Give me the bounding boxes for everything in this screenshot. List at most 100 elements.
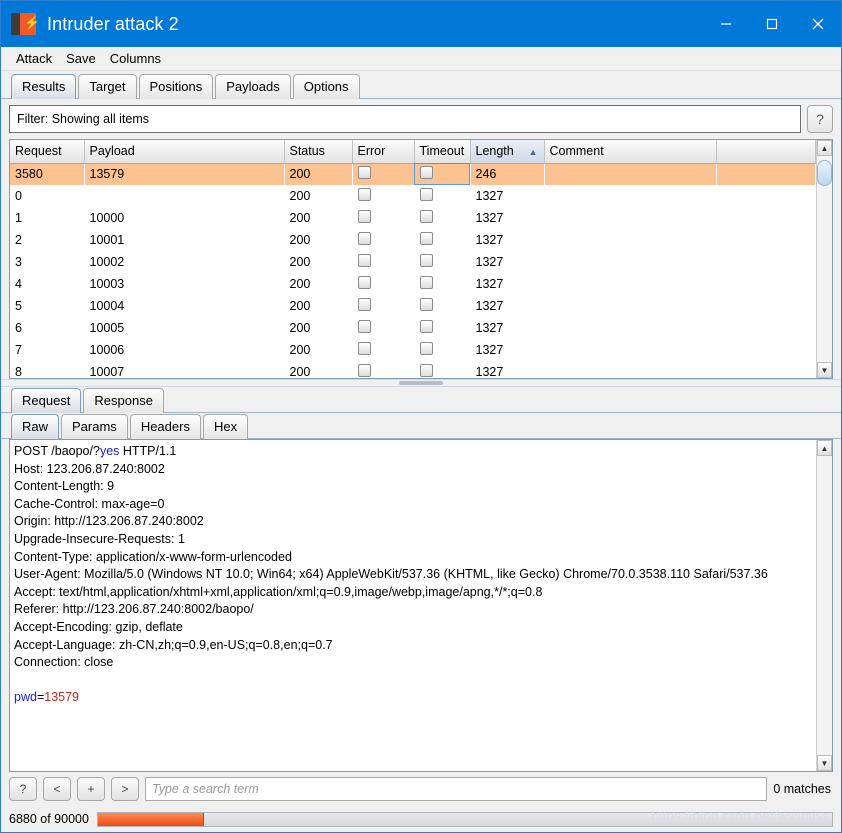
split-pane-divider[interactable] (1, 379, 841, 387)
search-add-button[interactable]: + (77, 777, 105, 801)
status-bar: 6880 of 90000 https://blog.csdn.net/wssm… (1, 806, 841, 832)
cell-timeout[interactable] (414, 251, 470, 273)
cell-timeout[interactable] (414, 185, 470, 207)
cell-filler (716, 185, 816, 207)
error-checkbox[interactable] (357, 298, 371, 311)
table-row[interactable]: 0 200 1327 (10, 185, 816, 207)
cell-error[interactable] (352, 185, 414, 207)
scroll-track[interactable] (817, 156, 832, 362)
search-help-icon[interactable]: ? (9, 777, 37, 801)
error-checkbox[interactable] (357, 188, 371, 201)
column-header-length[interactable]: Length ▲ (470, 140, 545, 164)
cell-timeout[interactable] (414, 361, 470, 378)
cell-timeout[interactable] (414, 273, 470, 295)
column-header-status[interactable]: Status (284, 140, 353, 164)
tab-raw[interactable]: Raw (11, 414, 60, 439)
error-checkbox[interactable] (357, 254, 371, 267)
table-row[interactable]: 5 10004 200 1327 (10, 295, 816, 317)
error-checkbox[interactable] (357, 166, 371, 180)
column-header-payload[interactable]: Payload (84, 140, 285, 164)
request-vertical-scrollbar[interactable]: ▲ ▼ (816, 440, 832, 771)
tab-target[interactable]: Target (78, 74, 137, 99)
cell-error[interactable] (352, 295, 414, 317)
results-vertical-scrollbar[interactable]: ▲ ▼ (816, 140, 832, 378)
tab-response[interactable]: Response (83, 388, 164, 413)
column-header-comment[interactable]: Comment (544, 140, 717, 164)
table-row[interactable]: 2 10001 200 1327 (10, 229, 816, 251)
table-row[interactable]: 6 10005 200 1327 (10, 317, 816, 339)
error-checkbox[interactable] (357, 232, 371, 245)
table-row[interactable]: 3 10002 200 1327 (10, 251, 816, 273)
column-header-error[interactable]: Error (352, 140, 415, 164)
tab-positions[interactable]: Positions (138, 74, 214, 99)
table-header-row: Request Payload Status Error Timeout Len… (10, 140, 816, 164)
cell-timeout[interactable] (414, 163, 470, 185)
error-checkbox[interactable] (357, 320, 371, 333)
scroll-up-icon[interactable]: ▲ (817, 140, 832, 156)
request-scroll-up-icon[interactable]: ▲ (817, 440, 832, 456)
table-row[interactable]: 4 10003 200 1327 (10, 273, 816, 295)
tab-options[interactable]: Options (292, 74, 360, 99)
cell-status: 200 (284, 163, 352, 185)
attack-progress-bar (96, 811, 833, 827)
timeout-checkbox[interactable] (419, 232, 433, 245)
error-checkbox[interactable] (357, 276, 371, 289)
timeout-checkbox[interactable] (419, 342, 433, 355)
request-scroll-down-icon[interactable]: ▼ (817, 755, 832, 771)
tab-hex[interactable]: Hex (202, 414, 249, 439)
filter-field[interactable]: Filter: Showing all items (9, 105, 801, 133)
cell-error[interactable] (352, 207, 414, 229)
close-icon[interactable] (795, 1, 841, 47)
menu-item-columns[interactable]: Columns (103, 49, 168, 68)
error-checkbox[interactable] (357, 210, 371, 223)
error-checkbox[interactable] (357, 342, 371, 355)
table-row[interactable]: 8 10007 200 1327 (10, 361, 816, 378)
timeout-checkbox[interactable] (419, 254, 433, 267)
cell-error[interactable] (352, 251, 414, 273)
cell-error[interactable] (352, 317, 414, 339)
tab-request[interactable]: Request (11, 388, 82, 413)
timeout-checkbox[interactable] (419, 210, 433, 223)
timeout-checkbox[interactable] (419, 364, 433, 377)
filter-help-icon[interactable]: ? (807, 105, 833, 133)
column-header-request[interactable]: Request (10, 140, 85, 164)
table-row[interactable]: 7 10006 200 1327 (10, 339, 816, 361)
request-raw-text[interactable]: POST /baopo/?yes HTTP/1.1 Host: 123.206.… (10, 440, 816, 771)
cell-status: 200 (289, 321, 311, 335)
tab-params[interactable]: Params (61, 414, 128, 439)
cell-comment (544, 251, 716, 273)
minimize-icon[interactable] (703, 1, 749, 47)
cell-timeout[interactable] (414, 339, 470, 361)
timeout-checkbox[interactable] (419, 276, 433, 289)
menu-item-attack[interactable]: Attack (9, 49, 59, 68)
timeout-checkbox[interactable] (419, 188, 433, 201)
cell-error[interactable] (352, 273, 414, 295)
cell-timeout[interactable] (414, 229, 470, 251)
cell-error[interactable] (352, 229, 414, 251)
tab-results[interactable]: Results (11, 74, 77, 99)
table-row[interactable]: 3580 13579 200 246 (10, 163, 816, 185)
cell-error[interactable] (352, 163, 414, 185)
maximize-icon[interactable] (749, 1, 795, 47)
divider-handle[interactable] (399, 381, 443, 385)
column-header-timeout[interactable]: Timeout (414, 140, 471, 164)
request-scroll-track[interactable] (817, 456, 832, 755)
table-row[interactable]: 1 10000 200 1327 (10, 207, 816, 229)
cell-error[interactable] (352, 339, 414, 361)
error-checkbox[interactable] (357, 364, 371, 377)
search-next-button[interactable]: > (111, 777, 139, 801)
timeout-checkbox[interactable] (419, 166, 433, 180)
scroll-thumb[interactable] (817, 160, 832, 186)
cell-timeout[interactable] (414, 295, 470, 317)
timeout-checkbox[interactable] (419, 320, 433, 333)
tab-payloads[interactable]: Payloads (215, 74, 291, 99)
search-prev-button[interactable]: < (43, 777, 71, 801)
cell-timeout[interactable] (414, 317, 470, 339)
tab-headers[interactable]: Headers (129, 414, 201, 439)
scroll-down-icon[interactable]: ▼ (817, 362, 832, 378)
cell-timeout[interactable] (414, 207, 470, 229)
search-input[interactable]: Type a search term (145, 777, 768, 801)
timeout-checkbox[interactable] (419, 298, 433, 311)
cell-error[interactable] (352, 361, 414, 378)
menu-item-save[interactable]: Save (59, 49, 103, 68)
